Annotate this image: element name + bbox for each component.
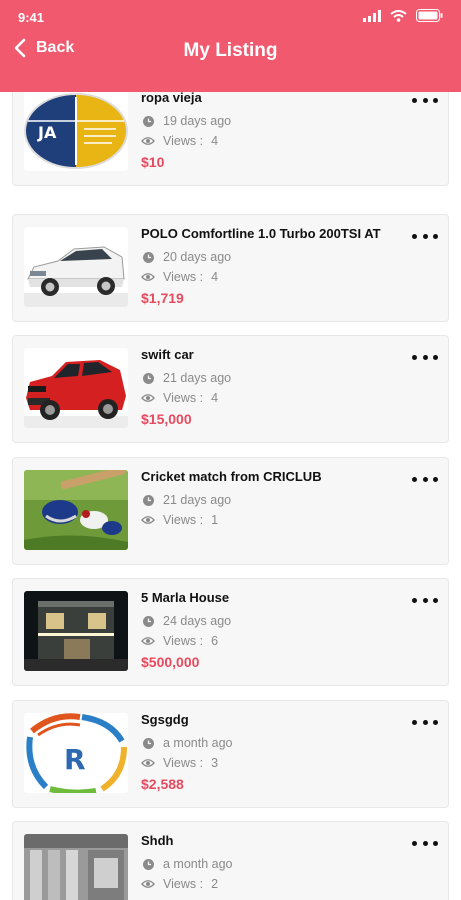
views-count: 2 (211, 877, 219, 891)
views-row: Views : 6 (141, 631, 411, 651)
svg-text:JA: JA (37, 123, 57, 142)
posted-row: a month ago (141, 854, 411, 874)
eye-icon (141, 515, 155, 525)
posted-time: 19 days ago (163, 114, 232, 128)
views-row: Views : 1 (141, 510, 411, 530)
posted-time: a month ago (163, 736, 233, 750)
more-dots-icon[interactable] (412, 93, 438, 107)
clock-icon (141, 494, 155, 506)
clock-icon (141, 858, 155, 870)
listing-card[interactable]: R Sgsgdg a month ago Views : 3 $2,588 (12, 700, 449, 808)
views-row: Views : 4 (141, 388, 411, 408)
listing-list[interactable]: JA ropa vieja 19 days ago Views : 4 $10 (0, 92, 461, 900)
views-row: Views : 4 (141, 267, 411, 287)
listing-card[interactable]: Cricket match from CRICLUB 21 days ago V… (12, 457, 449, 565)
posted-row: 20 days ago (141, 247, 411, 267)
listing-card[interactable]: Shdh a month ago Views : 2 (12, 821, 449, 900)
listing-title: POLO Comfortline 1.0 Turbo 200TSI AT (141, 226, 381, 241)
views-label: Views : (163, 756, 204, 770)
clock-icon (141, 737, 155, 749)
eye-icon (141, 136, 155, 146)
views-row: Views : 4 (141, 131, 411, 151)
eye-icon (141, 272, 155, 282)
posted-time: 21 days ago (163, 371, 232, 385)
clock-icon (141, 372, 155, 384)
views-label: Views : (163, 877, 204, 891)
posted-row: 19 days ago (141, 111, 411, 131)
posted-time: 24 days ago (163, 614, 232, 628)
more-dots-icon[interactable] (412, 836, 438, 850)
wifi-icon (390, 9, 407, 22)
listing-price: $10 (141, 154, 165, 170)
listing-price: $15,000 (141, 411, 192, 427)
listing-title: Shdh (141, 833, 174, 848)
listing-card[interactable]: POLO Comfortline 1.0 Turbo 200TSI AT 20 … (12, 214, 449, 322)
views-count: 6 (211, 634, 219, 648)
svg-text:R: R (64, 743, 86, 776)
listing-card[interactable]: swift car 21 days ago Views : 4 $15,000 (12, 335, 449, 443)
views-row: Views : 2 (141, 874, 411, 894)
listing-image (24, 227, 128, 307)
listing-title: 5 Marla House (141, 590, 230, 605)
views-count: 1 (211, 513, 219, 527)
views-row: Views : 3 (141, 753, 411, 773)
views-label: Views : (163, 634, 204, 648)
status-time: 9:41 (18, 10, 45, 25)
views-count: 4 (211, 134, 219, 148)
posted-row: 21 days ago (141, 368, 411, 388)
posted-time: 21 days ago (163, 493, 232, 507)
battery-icon (416, 9, 443, 22)
eye-icon (141, 879, 155, 889)
listing-title: swift car (141, 347, 194, 362)
views-count: 3 (211, 756, 219, 770)
listing-image (24, 348, 128, 428)
clock-icon (141, 251, 155, 263)
listing-card[interactable]: JA ropa vieja 19 days ago Views : 4 $10 (12, 92, 449, 186)
app-header: 9:41 Back My Listing (0, 0, 461, 92)
more-dots-icon[interactable] (412, 715, 438, 729)
listing-card[interactable]: 5 Marla House 24 days ago Views : 6 $500… (12, 578, 449, 686)
eye-icon (141, 636, 155, 646)
posted-row: 24 days ago (141, 611, 411, 631)
more-dots-icon[interactable] (412, 350, 438, 364)
views-label: Views : (163, 270, 204, 284)
more-dots-icon[interactable] (412, 229, 438, 243)
status-icons (363, 9, 443, 22)
listing-title: Cricket match from CRICLUB (141, 469, 322, 484)
clock-icon (141, 615, 155, 627)
listing-image (24, 834, 128, 900)
signal-icon (363, 9, 381, 22)
views-label: Views : (163, 391, 204, 405)
views-label: Views : (163, 513, 204, 527)
posted-time: a month ago (163, 857, 233, 871)
views-count: 4 (211, 391, 219, 405)
page-title: My Listing (183, 40, 278, 61)
listing-image: R (24, 713, 128, 793)
posted-row: 21 days ago (141, 490, 411, 510)
posted-time: 20 days ago (163, 250, 232, 264)
listing-price: $1,719 (141, 290, 184, 306)
views-label: Views : (163, 134, 204, 148)
listing-image: JA (24, 92, 128, 171)
more-dots-icon[interactable] (412, 472, 438, 486)
posted-row: a month ago (141, 733, 411, 753)
views-count: 4 (211, 270, 219, 284)
eye-icon (141, 758, 155, 768)
listing-image (24, 470, 128, 550)
listing-price: $2,588 (141, 776, 184, 792)
eye-icon (141, 393, 155, 403)
listing-image (24, 591, 128, 671)
listing-price: $500,000 (141, 654, 200, 670)
listing-title: ropa vieja (141, 92, 202, 105)
more-dots-icon[interactable] (412, 593, 438, 607)
listing-title: Sgsgdg (141, 712, 189, 727)
clock-icon (141, 115, 155, 127)
